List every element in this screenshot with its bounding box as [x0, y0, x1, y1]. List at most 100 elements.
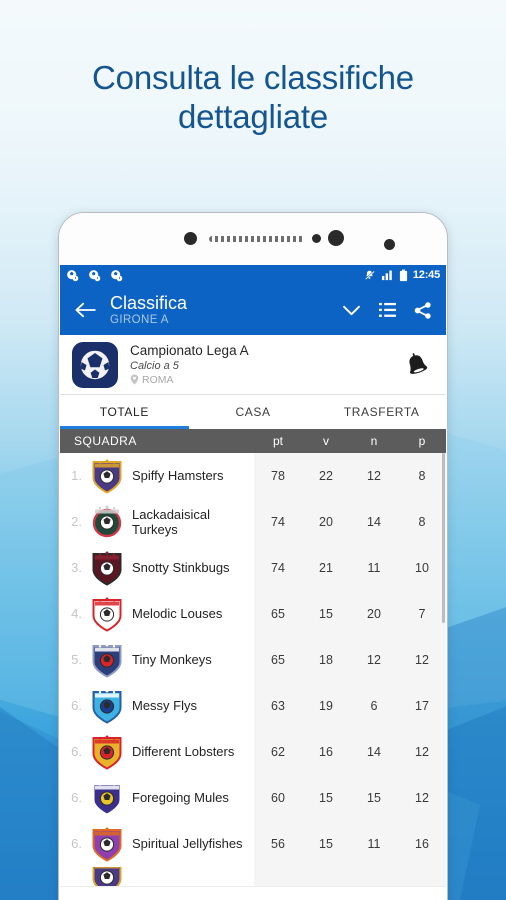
table-row-team-cell: 5. Tiny Monkeys [60, 636, 254, 683]
table-row[interactable]: 6. Spiritual Jellyfishes 56 15 11 16 [60, 820, 446, 867]
table-row-stats: 56 15 11 16 [254, 820, 446, 867]
column-header-v[interactable]: v [302, 434, 350, 448]
share-icon [414, 301, 431, 319]
promo-screenshot: Consulta le classifiche dettagliate 12:4… [0, 0, 506, 900]
table-row[interactable]: 3. Snotty Stinkbugs 74 21 11 10 [60, 544, 446, 591]
column-header-pt[interactable]: pt [254, 434, 302, 448]
team-crest-icon [90, 779, 124, 817]
team-rank: 3. [71, 560, 82, 575]
table-row-stats: 62 16 14 12 [254, 728, 446, 775]
stat-n: 11 [367, 560, 381, 575]
page-subtitle: GIRONE A [110, 314, 169, 326]
column-header-team: SQUADRA [74, 434, 137, 448]
stat-n: 15 [367, 790, 381, 805]
table-row[interactable]: 6. Foregoing Mules 60 15 15 12 [60, 774, 446, 821]
team-name: Snotty Stinkbugs [132, 560, 230, 575]
team-name: Foregoing Mules [132, 790, 229, 805]
stat-pt: 74 [271, 514, 285, 529]
table-row-team-cell: 6. Messy Flys [60, 682, 254, 729]
location-pin-icon [130, 374, 139, 385]
league-location: ROMA [130, 373, 400, 387]
table-row-stats: 65 18 12 12 [254, 636, 446, 683]
status-bar: 12:45 [60, 265, 446, 285]
soccer-ball-crest-icon [79, 348, 111, 381]
team-crest-icon [90, 687, 124, 725]
stat-v: 15 [319, 790, 333, 805]
tab-trasferta[interactable]: TRASFERTA [317, 395, 446, 429]
share-button[interactable] [414, 301, 432, 319]
stat-p: 17 [415, 698, 429, 713]
table-row[interactable]: 6. Different Lobsters 62 16 14 12 [60, 728, 446, 775]
table-row-stats: 74 20 14 8 [254, 498, 446, 545]
team-rank: 4. [71, 606, 82, 621]
light-sensor-icon [312, 234, 321, 243]
table-row[interactable] [60, 867, 446, 887]
column-header-n[interactable]: n [350, 434, 398, 448]
stat-p: 8 [418, 514, 426, 529]
phone-mockup: 12:45 Classifica GIRONE A Campionato Leg… [58, 212, 448, 900]
stat-p: 7 [418, 606, 426, 621]
column-header-p[interactable]: p [398, 434, 446, 448]
stat-n: 6 [370, 698, 378, 713]
table-row[interactable]: 5. Tiny Monkeys 65 18 12 12 [60, 636, 446, 683]
status-clock: 12:45 [412, 269, 440, 281]
table-row-stats [254, 867, 446, 886]
stat-v: 19 [319, 698, 333, 713]
table-row[interactable]: 2. Lackadaisical Turkeys 74 20 14 8 [60, 498, 446, 545]
table-row-stats: 74 21 11 10 [254, 544, 446, 591]
table-row-team-cell: 2. Lackadaisical Turkeys [60, 498, 254, 545]
tab-casa[interactable]: CASA [189, 395, 318, 429]
team-rank: 6. [71, 836, 82, 851]
status-system-icons: 12:45 [363, 269, 440, 282]
table-row-team-cell: 3. Snotty Stinkbugs [60, 544, 254, 591]
team-crest-icon [90, 867, 124, 886]
vertical-scrollbar[interactable] [442, 453, 445, 623]
stat-n: 12 [367, 652, 381, 667]
stat-v: 15 [319, 836, 333, 851]
bell-icon [409, 352, 428, 374]
table-row-team-cell [60, 867, 254, 886]
table-row-team-cell: 1. Spiffy Hamsters [60, 452, 254, 499]
team-rank: 6. [71, 698, 82, 713]
bell-muted-icon [364, 270, 375, 279]
stat-v: 18 [319, 652, 333, 667]
team-name: Messy Flys [132, 698, 197, 713]
stat-v: 21 [319, 560, 333, 575]
signal-bars-icon [381, 270, 392, 281]
stat-n: 14 [367, 514, 381, 529]
stat-pt: 78 [271, 468, 285, 483]
promo-headline: Consulta le classifiche dettagliate [0, 58, 506, 136]
arrow-left-icon [75, 302, 96, 318]
stat-n: 11 [367, 836, 381, 851]
stat-pt: 63 [271, 698, 285, 713]
standings-table-body: 1. Spiffy Hamsters 78 22 12 8 2. Lackada… [60, 452, 446, 887]
team-crest-icon [90, 457, 124, 495]
front-camera-icon [328, 230, 344, 246]
stat-p: 8 [418, 468, 426, 483]
stat-v: 15 [319, 606, 333, 621]
tab-totale[interactable]: TOTALE [60, 395, 189, 429]
league-card[interactable]: Campionato Lega A Calcio a 5 ROMA [60, 335, 446, 395]
league-name: Campionato Lega A [130, 342, 249, 358]
team-name: Tiny Monkeys [132, 652, 212, 667]
app-bar: Classifica GIRONE A [60, 285, 446, 335]
list-view-button[interactable] [379, 302, 396, 318]
page-title: Classifica [110, 293, 188, 313]
team-name: Spiffy Hamsters [132, 468, 224, 483]
stat-pt: 62 [271, 744, 285, 759]
table-row-team-cell: 6. Foregoing Mules [60, 774, 254, 821]
app-bar-actions [342, 301, 438, 319]
league-info: Campionato Lega A Calcio a 5 ROMA [130, 343, 400, 387]
table-row[interactable]: 4. Melodic Louses 65 15 20 7 [60, 590, 446, 637]
stat-p: 12 [415, 652, 429, 667]
chevron-down-button[interactable] [342, 304, 361, 317]
notifications-button[interactable] [400, 352, 434, 378]
table-row[interactable]: 6. Messy Flys 63 19 6 17 [60, 682, 446, 729]
stat-pt: 56 [271, 836, 285, 851]
table-row[interactable]: 1. Spiffy Hamsters 78 22 12 8 [60, 452, 446, 499]
phone-screen: 12:45 Classifica GIRONE A Campionato Leg… [60, 265, 446, 900]
back-button[interactable] [68, 301, 102, 319]
soccer-ball-badge-icon [111, 269, 123, 281]
stat-pt: 60 [271, 790, 285, 805]
team-crest-icon [90, 503, 124, 541]
